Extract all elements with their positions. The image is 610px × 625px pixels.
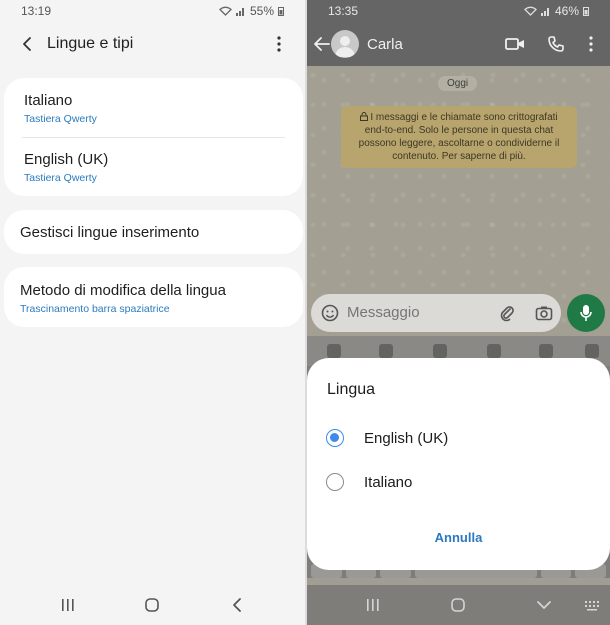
language-layout: Tastiera Qwerty (24, 113, 97, 125)
encryption-notice[interactable]: I messaggi e le chiamate sono crittograf… (341, 106, 577, 168)
manage-languages-label: Gestisci lingue inserimento (20, 224, 200, 241)
microphone-icon (580, 305, 592, 321)
back-arrow-icon[interactable] (18, 34, 38, 54)
status-time: 13:19 (21, 4, 52, 18)
keyboard-switch-icon[interactable] (584, 597, 600, 613)
keyboard-sticker-icon[interactable] (379, 344, 393, 358)
more-options-icon[interactable] (273, 34, 285, 54)
language-item-english-uk[interactable]: English (UK) Tastiera Qwerty (24, 151, 108, 184)
radio-selected[interactable] (326, 429, 344, 447)
camera-icon[interactable] (535, 304, 553, 322)
keyboard-gif-icon[interactable] (433, 344, 447, 358)
contact-name[interactable]: Carla (367, 36, 403, 53)
cancel-button[interactable]: Annulla (307, 530, 610, 545)
dialog-title: Lingua (327, 381, 376, 398)
battery-icon (583, 7, 589, 16)
keyboard-emoji-icon[interactable] (327, 344, 341, 358)
language-name: English (UK) (24, 151, 109, 168)
language-name: Italiano (24, 92, 73, 109)
change-method-label: Metodo di modifica della lingua (20, 282, 226, 299)
voice-message-button[interactable] (567, 294, 605, 332)
navigation-bar (0, 585, 305, 625)
hide-keyboard-icon[interactable] (536, 597, 552, 613)
signal-icon (540, 8, 549, 16)
status-indicators: 55% (219, 4, 284, 18)
settings-screen: 13:19 55% Lingue e tipi Italiano Tastier… (0, 0, 305, 625)
home-icon[interactable] (144, 597, 160, 613)
back-icon[interactable] (230, 597, 246, 613)
radio-unselected[interactable] (326, 473, 344, 491)
keyboard-voice-icon[interactable] (487, 344, 501, 358)
battery-percent: 55% (249, 4, 274, 18)
back-arrow-icon[interactable] (313, 35, 331, 53)
option-label: Italiano (364, 474, 413, 491)
message-composer (311, 294, 561, 332)
manage-languages-item[interactable]: Gestisci lingue inserimento (4, 210, 303, 254)
change-language-method-item[interactable]: Metodo di modifica della lingua Trascina… (4, 267, 303, 327)
language-option-english-uk[interactable]: English (UK) (325, 423, 585, 453)
keyboard-settings-icon[interactable] (539, 344, 553, 358)
keyboard-more-icon[interactable] (585, 344, 599, 358)
language-layout: Tastiera Qwerty (24, 172, 97, 184)
status-bar: 13:19 55% (0, 0, 305, 22)
divider (22, 137, 285, 138)
chat-header: Carla (307, 22, 610, 66)
navigation-bar (307, 585, 610, 625)
wifi-icon (524, 6, 537, 16)
emoji-icon[interactable] (321, 304, 339, 322)
language-item-italiano[interactable]: Italiano Tastiera Qwerty (24, 92, 97, 125)
phone-call-icon[interactable] (547, 35, 565, 53)
status-indicators: 46% (524, 4, 589, 18)
languages-card: Italiano Tastiera Qwerty English (UK) Ta… (4, 78, 303, 196)
video-call-icon[interactable] (505, 35, 525, 53)
message-input[interactable] (347, 304, 487, 321)
battery-percent: 46% (554, 4, 579, 18)
recent-apps-icon[interactable] (365, 597, 381, 613)
attachment-icon[interactable] (499, 304, 515, 322)
recent-apps-icon[interactable] (60, 597, 76, 613)
page-title: Lingue e tipi (47, 35, 134, 52)
app-bar: Lingue e tipi (0, 28, 305, 62)
change-method-value: Trascinamento barra spaziatrice (20, 303, 170, 315)
date-separator: Oggi (438, 76, 478, 91)
home-icon[interactable] (450, 597, 466, 613)
encryption-notice-text: I messaggi e le chiamate sono crittograf… (358, 112, 560, 162)
language-option-italiano[interactable]: Italiano (325, 467, 585, 497)
option-label: English (UK) (364, 430, 449, 447)
language-dialog: Lingua English (UK) Italiano Annulla (307, 358, 610, 570)
lock-icon (360, 112, 369, 121)
person-icon (335, 36, 355, 57)
more-options-icon[interactable] (586, 35, 596, 53)
status-time: 13:35 (328, 4, 359, 18)
chat-screen: 13:35 46% Carla Oggi I messaggi e le chi… (307, 0, 610, 625)
status-bar: 13:35 46% (307, 0, 610, 22)
signal-icon (235, 8, 244, 16)
battery-icon (278, 7, 284, 16)
avatar[interactable] (331, 30, 359, 58)
wifi-icon (219, 6, 232, 16)
